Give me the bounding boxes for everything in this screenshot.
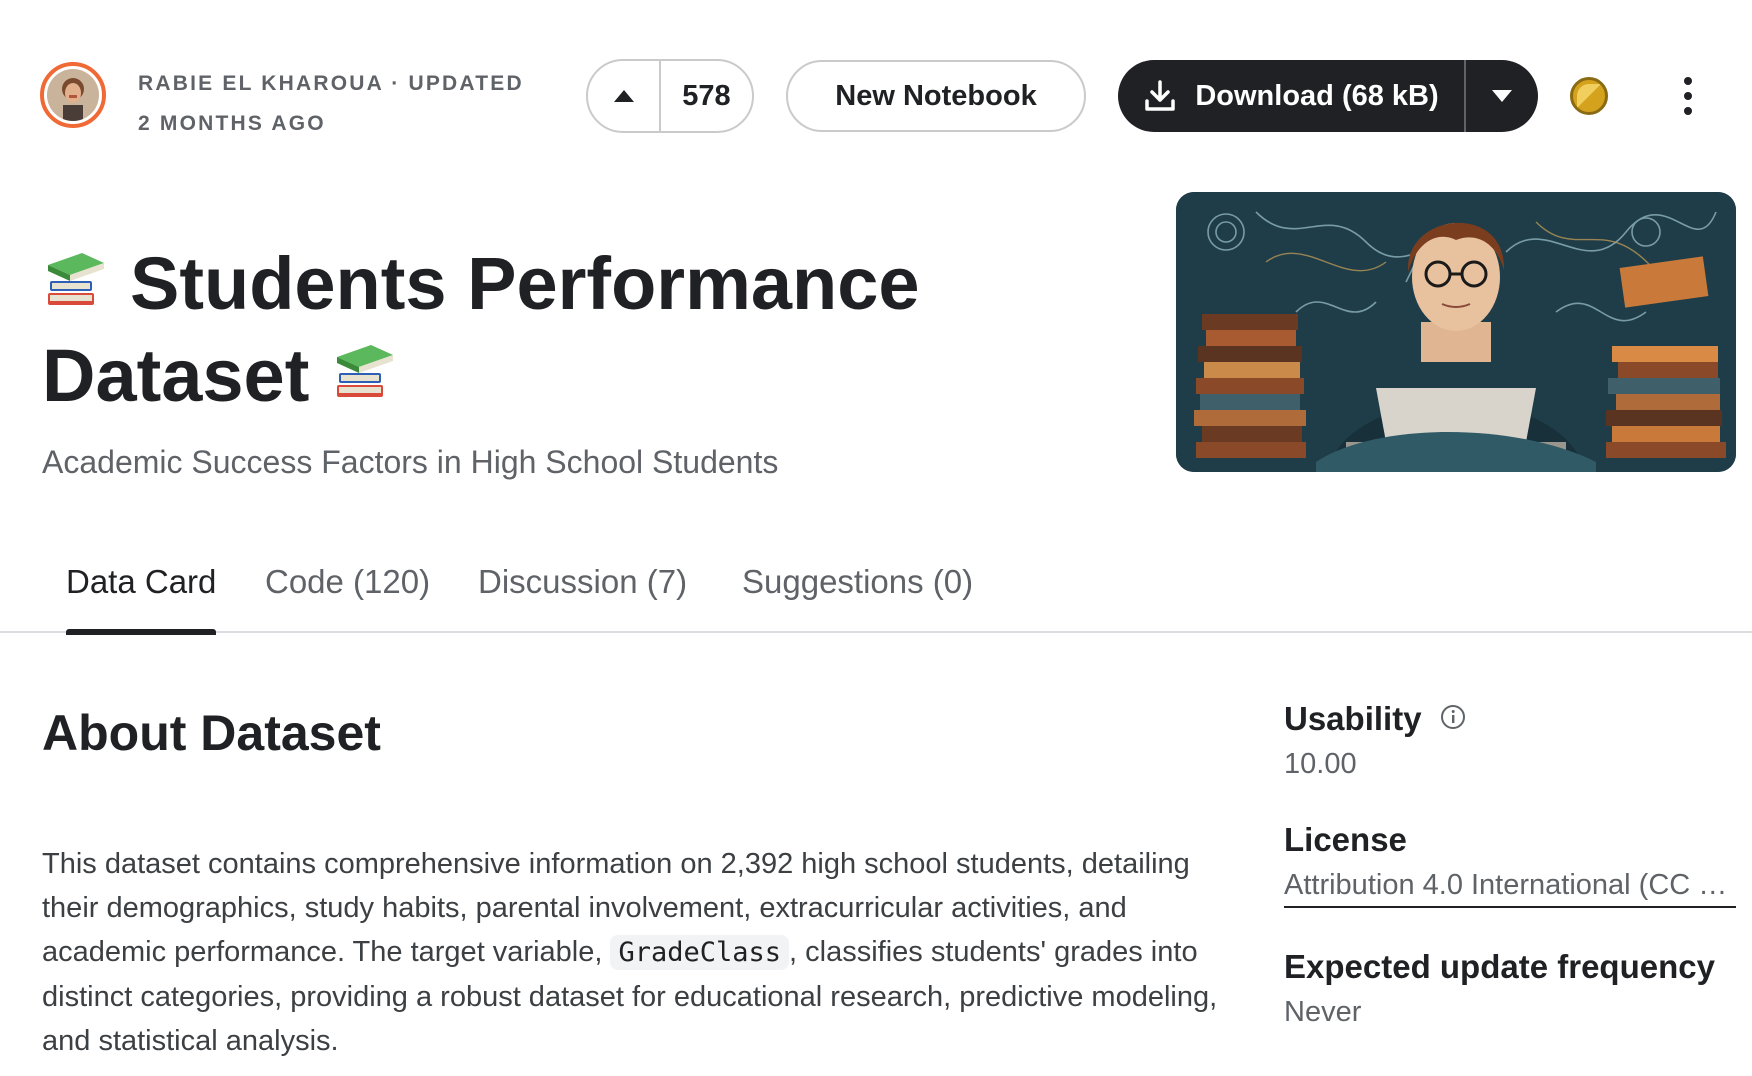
dataset-tabs: Data Card Code (120) Discussion (7) Sugg…	[0, 530, 1752, 635]
vote-count: 578	[682, 79, 731, 112]
usability-heading: Usability	[1284, 700, 1736, 738]
dataset-subtitle: Academic Success Factors in High School …	[42, 444, 779, 480]
usability-value: 10.00	[1284, 748, 1357, 780]
tab-suggestions[interactable]: Suggestions (0)	[742, 530, 973, 633]
title-line-2: Dataset	[42, 334, 310, 417]
download-button-group: Download (68 kB)	[1118, 60, 1538, 132]
dataset-cover-image	[1176, 192, 1736, 472]
dataset-title: Students Performance Dataset	[42, 240, 1142, 424]
new-notebook-button[interactable]: New Notebook	[786, 60, 1086, 132]
upvote-arrow-icon	[613, 90, 634, 102]
medal-icon[interactable]	[1570, 77, 1608, 115]
about-description: This dataset contains comprehensive info…	[42, 842, 1242, 1063]
more-vert-icon-dot	[1684, 107, 1692, 115]
more-options-button[interactable]	[1670, 74, 1706, 118]
dataset-page: RABIE EL KHAROUA · UPDATED 2 MONTHS AGO …	[0, 0, 1752, 1076]
chevron-down-icon	[1492, 90, 1512, 102]
author-avatar[interactable]	[40, 62, 106, 128]
metadata-sidebar: Usability 10.00 License Attribution 4.0 …	[1284, 700, 1736, 1069]
frequency-block: Expected update frequency Never	[1284, 948, 1736, 1029]
license-link[interactable]: Attribution 4.0 International (CC BY 4.0…	[1284, 869, 1736, 908]
download-icon	[1145, 80, 1176, 111]
usability-label: Usability	[1284, 700, 1422, 737]
avatar-icon	[47, 69, 99, 121]
target-variable-code: GradeClass	[610, 935, 790, 970]
frequency-value: Never	[1284, 996, 1362, 1028]
download-label: Download (68 kB)	[1195, 79, 1439, 112]
tab-data-card[interactable]: Data Card	[66, 530, 217, 635]
books-icon	[42, 244, 108, 332]
license-heading: License	[1284, 821, 1407, 858]
vote-widget: 578	[586, 59, 754, 133]
books-icon	[331, 336, 397, 424]
tab-code[interactable]: Code (120)	[265, 530, 430, 633]
title-line-1: Students Performance	[130, 242, 920, 325]
more-vert-icon-dot	[1684, 92, 1692, 100]
more-vert-icon-dot	[1684, 77, 1692, 85]
download-options-button[interactable]	[1466, 60, 1538, 132]
license-block: License Attribution 4.0 International (C…	[1284, 821, 1736, 908]
info-icon[interactable]	[1440, 700, 1466, 738]
about-heading: About Dataset	[42, 705, 381, 761]
author-line[interactable]: RABIE EL KHAROUA · UPDATED 2 MONTHS AGO	[138, 64, 538, 144]
download-button[interactable]: Download (68 kB)	[1118, 60, 1464, 132]
frequency-heading: Expected update frequency	[1284, 948, 1715, 985]
tab-discussion[interactable]: Discussion (7)	[478, 530, 687, 633]
upvote-button[interactable]	[588, 61, 661, 131]
usability-block: Usability 10.00	[1284, 700, 1736, 781]
